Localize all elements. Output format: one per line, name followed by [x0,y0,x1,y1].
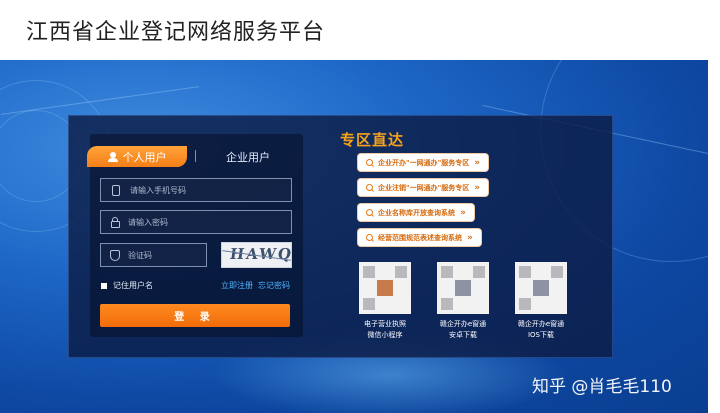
qr-caption-line: 赣企开办e窗通 [439,320,487,328]
tab-personal-label: 个人用户 [122,150,167,164]
register-link[interactable]: 立即注册 [221,280,253,291]
forgot-password-link[interactable]: 忘记密码 [258,280,290,291]
search-icon [366,209,373,216]
tab-divider [195,150,196,162]
right-frame-edge [708,0,720,413]
qr-block [519,298,531,310]
qr-block [363,298,375,310]
tab-personal-user[interactable]: 个人用户 [87,146,187,167]
qr-block [473,266,485,278]
double-chevron-right-icon: » [467,232,473,243]
captcha-text: HAWQ [228,245,292,263]
zone-link-scope-query[interactable]: 经营范围规范表述查询系统 » [358,229,481,246]
site-header: 江西省企业登记网络服务平台 [0,0,720,60]
qr-caption-line: 电子营业执照 [364,320,406,328]
phone-input[interactable] [130,185,280,195]
captcha-field [100,243,207,267]
qr-caption-line: 安卓下载 [449,331,477,339]
qr-block [519,266,531,278]
zone-link-label: 企业名称库开放查询系统 [378,208,455,217]
lock-icon [110,217,120,228]
search-icon [366,234,373,241]
site-title: 江西省企业登记网络服务平台 [26,20,326,45]
tab-company-user[interactable]: 企业用户 [226,149,270,165]
qr-center [455,280,471,296]
qr-caption-line: 微信小程序 [367,331,403,339]
phone-icon [112,184,120,196]
double-chevron-right-icon: » [460,207,466,218]
zone-link-name-query[interactable]: 企业名称库开放查询系统 » [358,204,474,221]
qr-code-wechat[interactable] [359,262,411,314]
qr-caption-android: 赣企开办e窗通 安卓下载 [423,319,503,341]
qr-block [441,298,453,310]
qr-block [395,266,407,278]
qr-block [363,266,375,278]
remember-checkbox[interactable] [101,282,107,289]
zhihu-watermark: 知乎 @肖毛毛110 [532,377,672,397]
shield-icon [110,249,120,261]
double-chevron-right-icon: » [474,157,481,168]
qr-code-android[interactable] [437,262,489,314]
zone-link-label: 企业开办"一网通办"服务专区 [378,158,470,167]
qr-block [441,266,453,278]
zone-link-business-cancel[interactable]: 企业注销"一网通办"服务专区 » [358,179,489,196]
double-chevron-right-icon: » [474,182,481,193]
zone-link-business-start[interactable]: 企业开办"一网通办"服务专区 » [358,154,489,171]
qr-caption-ios: 赣企开办e窗通 IOS下载 [501,319,581,341]
captcha-input[interactable] [128,250,198,260]
qr-caption-wechat: 电子营业执照 微信小程序 [345,319,425,341]
remember-username[interactable]: 记住用户名 [101,280,153,291]
qr-block [551,266,563,278]
zone-title: 专区直达 [340,131,405,149]
phone-field [100,178,292,202]
qr-caption-line: IOS下载 [527,331,555,339]
captcha-image[interactable]: HAWQ [221,242,292,268]
password-field [100,210,292,234]
qr-center [377,280,393,296]
qr-caption-line: 赣企开办e窗通 [517,320,565,328]
qr-code-ios[interactable] [515,262,567,314]
user-icon [107,151,118,162]
remember-label: 记住用户名 [113,281,153,290]
password-input[interactable] [128,217,278,227]
login-button[interactable]: 登 录 [100,304,290,327]
search-icon [366,184,373,191]
zone-link-label: 企业注销"一网通办"服务专区 [378,183,470,192]
search-icon [366,159,373,166]
zone-link-label: 经营范围规范表述查询系统 [378,233,462,242]
qr-center [533,280,549,296]
